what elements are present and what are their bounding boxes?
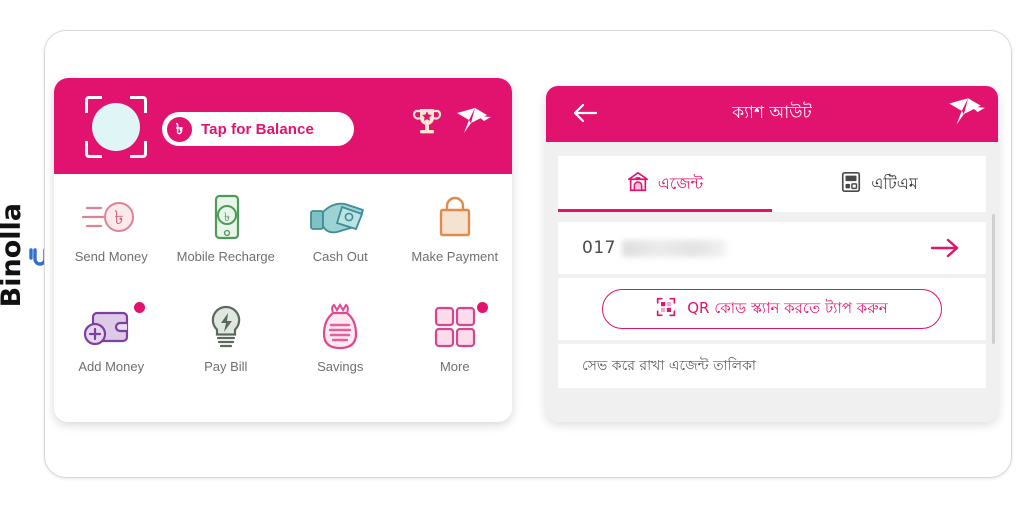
pay-bill-icon	[204, 296, 248, 358]
service-tile-add-money[interactable]: Add Money	[54, 296, 169, 400]
service-label: Pay Bill	[204, 359, 248, 374]
service-tile-mobile-recharge[interactable]: ৳ Mobile Recharge	[169, 186, 284, 290]
page-title: ক্যাশ আউট	[732, 103, 812, 123]
service-tile-make-payment[interactable]: Make Payment	[398, 186, 513, 290]
service-grid: ৳ Send Money ৳ Mobile Recharge Cash Out …	[54, 174, 512, 400]
profile-avatar-frame[interactable]	[85, 96, 147, 158]
service-label: Send Money	[74, 249, 148, 264]
service-label: More	[439, 359, 470, 374]
bkash-bird-logo-icon	[454, 106, 492, 143]
tab-label: এজেন্ট	[657, 173, 704, 193]
agent-number-value: 017	[582, 238, 616, 258]
saved-agents-label: সেভ করে রাখা এজেন্ট তালিকা	[582, 358, 756, 374]
service-label: Mobile Recharge	[176, 249, 275, 264]
back-arrow-icon[interactable]	[572, 102, 598, 129]
saved-agents-row: সেভ করে রাখা এজেন্ট তালিকা	[558, 344, 986, 388]
bkash-bird-logo-icon	[946, 96, 986, 135]
send-money-icon: ৳	[81, 186, 141, 248]
service-label: Cash Out	[312, 249, 368, 264]
vertical-scrollbar[interactable]	[992, 214, 995, 344]
svg-text:৳: ৳	[115, 207, 124, 229]
service-label: Savings	[317, 359, 364, 374]
service-tile-more[interactable]: More	[398, 296, 513, 400]
qr-scan-label: QR কোড স্ক্যান করতে ট্যাপ করুন	[687, 298, 888, 317]
bkash-home-panel: ৳ Tap for Balance ৳ Send Money ৳ Mobile …	[54, 78, 512, 422]
home-header: ৳ Tap for Balance	[54, 78, 512, 174]
tab-atm[interactable]: এটিএম	[772, 156, 986, 212]
brand-name: Binolla	[0, 202, 27, 308]
mobile-recharge-icon: ৳	[203, 186, 249, 248]
make-payment-icon	[432, 186, 478, 248]
notification-badge-dot	[477, 302, 488, 313]
cash-out-icon	[309, 186, 371, 248]
masked-number-region	[621, 239, 726, 257]
service-label: Make Payment	[411, 249, 499, 264]
qr-scan-row: QR কোড স্ক্যান করতে ট্যাপ করুন	[558, 278, 986, 340]
tap-for-balance-button[interactable]: ৳ Tap for Balance	[162, 112, 354, 146]
service-tile-savings[interactable]: Savings	[283, 296, 398, 400]
qr-code-icon	[656, 297, 676, 322]
agent-icon	[627, 171, 649, 198]
cash-out-panel: ক্যাশ আউট এজেন্ট এটিএম 017 QR কোড স্ক্যা…	[546, 86, 998, 422]
add-money-icon	[83, 296, 139, 358]
cash-out-header: ক্যাশ আউট	[546, 86, 998, 142]
arrow-right-icon[interactable]	[930, 236, 960, 265]
scan-frame-icon	[85, 141, 102, 158]
tap-for-balance-label: Tap for Balance	[201, 120, 314, 138]
svg-text:৳: ৳	[224, 210, 230, 224]
cash-out-tabs: এজেন্ট এটিএম	[558, 156, 986, 212]
service-tile-send-money[interactable]: ৳ Send Money	[54, 186, 169, 290]
screenshot-stage: Binolla ৳ Tap for Balance ৳ Send Money ৳…	[0, 0, 1024, 512]
taka-icon: ৳	[167, 116, 192, 142]
service-label: Add Money	[78, 359, 145, 374]
scan-frame-icon	[130, 141, 147, 158]
qr-scan-button[interactable]: QR কোড স্ক্যান করতে ট্যাপ করুন	[602, 289, 942, 329]
agent-number-field[interactable]: 017	[558, 222, 986, 274]
atm-icon	[840, 171, 862, 198]
trophy-icon[interactable]	[412, 106, 442, 145]
tab-label: এটিএম	[871, 173, 918, 193]
tab-active-indicator	[558, 209, 772, 212]
service-tile-pay-bill[interactable]: Pay Bill	[169, 296, 284, 400]
service-tile-cash-out[interactable]: Cash Out	[283, 186, 398, 290]
savings-icon	[316, 296, 364, 358]
scan-frame-icon	[130, 96, 147, 113]
more-grid-icon	[432, 296, 478, 358]
scan-frame-icon	[85, 96, 102, 113]
cash-out-body: এজেন্ট এটিএম 017 QR কোড স্ক্যান করতে ট্য…	[546, 142, 998, 422]
tab-agent[interactable]: এজেন্ট	[558, 156, 772, 212]
